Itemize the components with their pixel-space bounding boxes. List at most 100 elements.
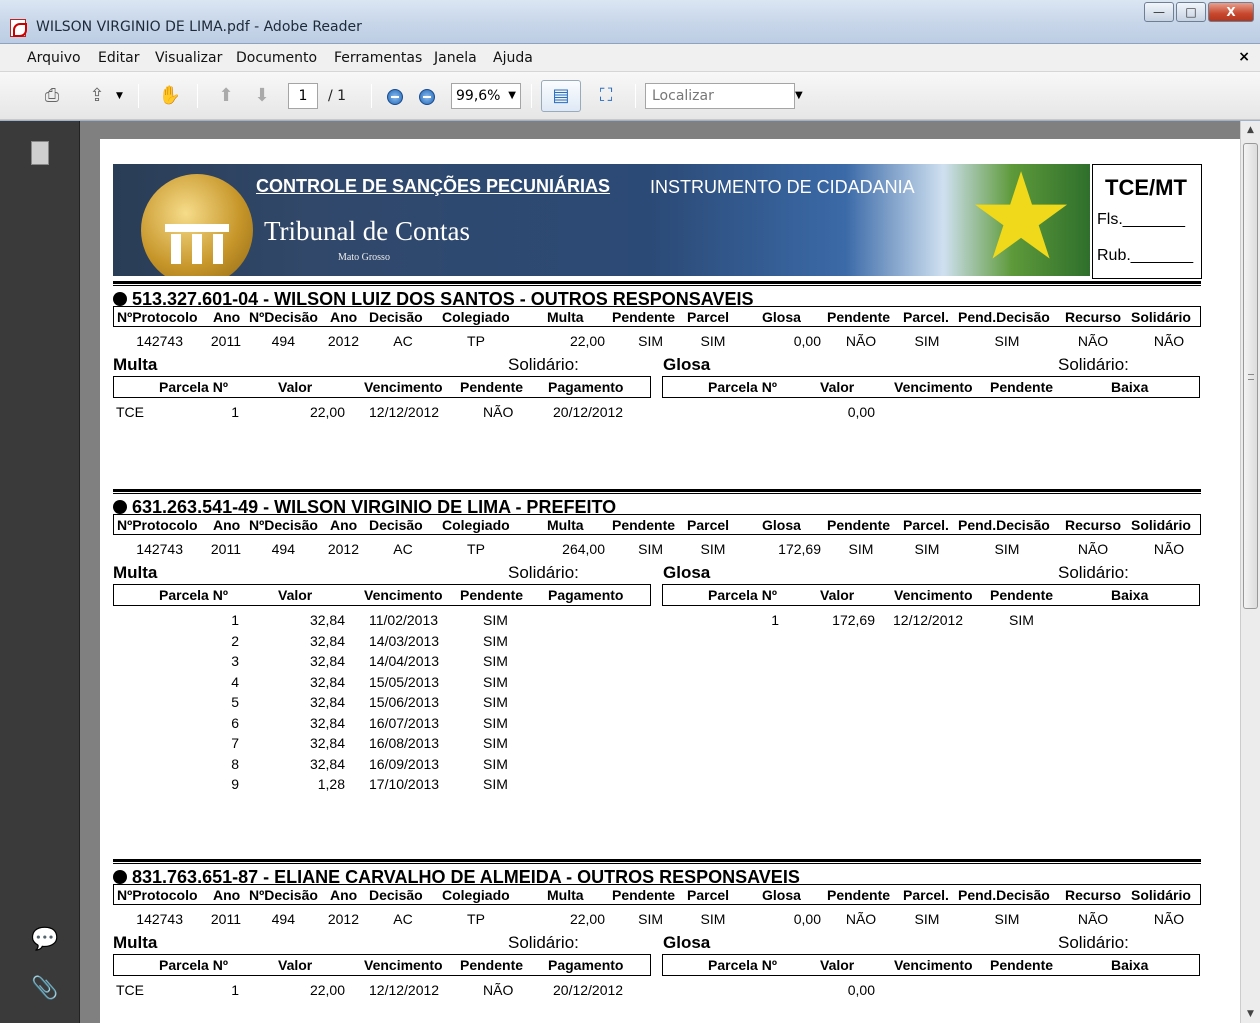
header-cell: Colegiado (442, 887, 510, 903)
multa-parcela: 1 (231, 404, 239, 420)
multa-vencimento: 16/07/2013 (369, 714, 440, 731)
bullet-icon (113, 500, 127, 514)
header-cell: Colegiado (442, 309, 510, 325)
summary-cell: SIM (700, 541, 726, 557)
header-cell: Glosa (762, 517, 801, 533)
summary-cell: AC (393, 333, 413, 349)
multa-pendente: SIM (483, 694, 508, 710)
summary-cell: TP (467, 333, 485, 349)
header-cell: Ano (213, 887, 241, 903)
scroll-thumb[interactable] (1243, 143, 1258, 609)
header-cell: Multa (547, 887, 584, 903)
close-button[interactable]: X (1208, 2, 1254, 22)
banner-state: Mato Grosso (338, 252, 390, 263)
header-cell: Ano (330, 517, 358, 533)
multa-valor: 32,84 (309, 714, 345, 731)
summary-cell: SIM (848, 541, 874, 557)
header-cell: NºProtocolo (117, 309, 198, 325)
multa-tag: TCE (116, 982, 144, 998)
close-document-button[interactable]: × (1238, 49, 1250, 65)
document-view[interactable]: CONTROLE DE SANÇÕES PECUNIÁRIAS INSTRUME… (80, 121, 1240, 1023)
print-icon[interactable]: ⎙ (38, 82, 66, 110)
header-cell: Parcel. (903, 517, 949, 533)
page-total: / 1 (328, 88, 347, 104)
search-dropdown-icon[interactable]: ▼ (795, 90, 803, 101)
subheader-cell: Parcela Nº (159, 957, 228, 973)
menu-documento[interactable]: Documento (236, 50, 317, 66)
header-cell: Parcel. (903, 309, 949, 325)
subheader-cell: Baixa (1111, 379, 1149, 395)
multa-pendente: NÃO (483, 982, 514, 998)
subheader-cell: Pendente (460, 957, 524, 973)
share-dropdown-icon[interactable]: ▼ (116, 82, 123, 110)
summary-cell: 264,00 (562, 541, 605, 557)
multa-valor: 22,00 (309, 982, 345, 998)
menu-janela[interactable]: Janela (434, 50, 477, 66)
multa-pendente: SIM (483, 776, 508, 792)
multa-parcela: 7 (231, 735, 239, 751)
multa-valor: 32,84 (309, 653, 345, 669)
summary-cell: 142743 (136, 541, 183, 557)
summary-cell: SIM (638, 911, 663, 927)
summary-cell: NÃO (1077, 911, 1109, 927)
multa-pendente: SIM (483, 755, 508, 772)
summary-cell: AC (393, 541, 413, 557)
sign-icon[interactable]: ✋ (156, 82, 184, 110)
next-page-icon[interactable]: ⬇ (248, 82, 276, 110)
fit-page-icon[interactable]: ⛶ (592, 82, 620, 110)
comments-icon[interactable]: 💬 (31, 927, 58, 952)
summary-cell: SIM (914, 541, 940, 557)
multa-vencimento: 16/08/2013 (369, 735, 440, 751)
minimize-button[interactable]: — (1144, 2, 1174, 22)
subheader-cell: Vencimento (364, 379, 443, 395)
summary-cell: NÃO (1153, 333, 1185, 349)
zoom-select[interactable]: 99,6% ▼ (451, 83, 521, 109)
summary-cell: 142743 (136, 333, 183, 349)
multa-subheader: Parcela Nº Valor Vencimento Pendente Pagamen… (113, 584, 651, 606)
page-number-input[interactable]: 1 (288, 83, 318, 109)
scroll-up-icon[interactable]: ▲ (1241, 121, 1260, 139)
banner-subtitle: INSTRUMENTO DE CIDADANIA (650, 177, 915, 197)
summary-cell: 2012 (327, 911, 359, 927)
multa-vencimento: 12/12/2012 (369, 404, 440, 420)
previous-page-icon[interactable]: ⬆ (212, 82, 240, 110)
summary-cell: 0,00 (793, 911, 821, 927)
glosa-parcela: 1 (771, 612, 779, 628)
subheader-cell: Vencimento (894, 379, 973, 395)
menu-arquivo[interactable]: Arquivo (27, 50, 81, 66)
header-cell: Parcel (687, 309, 730, 325)
zoom-out-icon[interactable] (387, 89, 403, 105)
search-input[interactable]: Localizar (645, 83, 795, 109)
multa-pendente: SIM (483, 632, 508, 649)
summary-cell: SIM (914, 333, 940, 349)
pages-icon[interactable] (31, 141, 49, 165)
multa-vencimento: 16/09/2013 (369, 755, 440, 772)
summary-cell: 2011 (210, 911, 241, 927)
header-cell: Pendente (612, 309, 676, 325)
header-cell: Parcel (687, 887, 730, 903)
subheader-cell: Pendente (990, 379, 1054, 395)
summary-cell: SIM (914, 911, 940, 927)
header-cell: Pendente (612, 517, 676, 533)
bullet-icon (113, 292, 127, 306)
menu-visualizar[interactable]: Visualizar (155, 50, 222, 66)
attachment-icon[interactable]: 📎 (31, 976, 58, 1001)
summary-cell: SIM (994, 333, 1020, 349)
summary-cell: 142743 (136, 911, 183, 927)
header-cell: Ano (330, 887, 358, 903)
menu-ajuda[interactable]: Ajuda (493, 50, 533, 66)
menu-ferramentas[interactable]: Ferramentas (334, 50, 422, 66)
glosa-valor: 0,00 (847, 982, 875, 998)
maximize-button[interactable]: □ (1176, 2, 1206, 22)
section-rule (113, 489, 1201, 494)
share-icon[interactable]: ⇪ (83, 82, 111, 110)
multa-valor: 32,84 (309, 612, 345, 628)
summary-cell: TP (467, 911, 485, 927)
menu-editar[interactable]: Editar (98, 50, 139, 66)
zoom-in-icon[interactable] (419, 89, 435, 105)
vertical-scrollbar[interactable]: ▲ ▼ (1240, 121, 1260, 1023)
glosa-label: Glosa (663, 563, 711, 582)
scroll-down-icon[interactable]: ▼ (1241, 1005, 1260, 1023)
rub-field: Rub._______ (1097, 247, 1194, 264)
header-cell: Multa (547, 517, 584, 533)
